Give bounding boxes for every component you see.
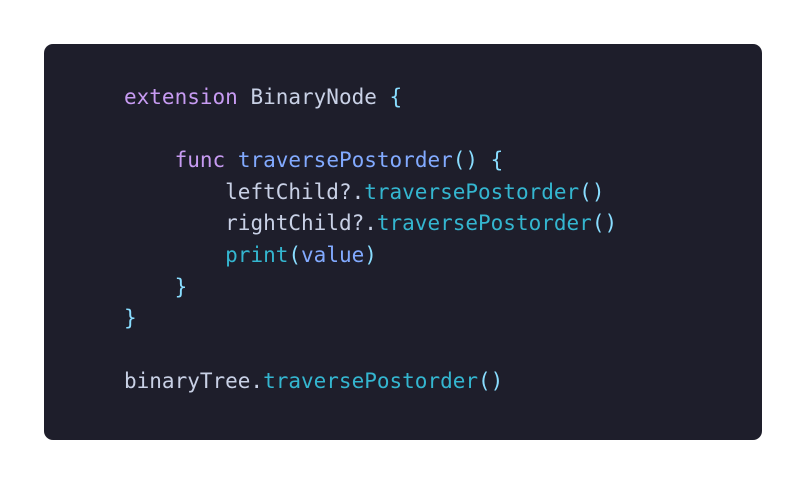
code-token: } [124,306,137,331]
code-line: extension BinaryNode { [124,81,402,113]
code-line: binaryTree.traversePostorder() [124,365,503,397]
code-token: traversePostorder [263,369,479,394]
code-token: () { [452,148,504,173]
code-line: rightChild?.traversePostorder() [124,207,617,239]
code-token: traversePostorder [237,148,453,173]
code-token: traversePostorder [376,211,592,236]
code-token: rightChild?. [225,211,377,236]
code-token: traversePostorder [364,179,580,204]
code-line: } [124,271,188,303]
code-line: func traversePostorder() { [124,144,504,176]
code-token: func [174,148,226,173]
code-token: () [478,369,504,394]
code-token: ( [288,243,302,267]
code-line: print(value) [124,239,377,271]
code-token: value [301,243,365,267]
code-token: extension [124,85,238,109]
code-token: () [579,179,605,204]
code-token: binaryTree. [124,369,264,394]
code-token: () [591,211,618,236]
code-token: { [389,85,403,109]
code-token: } [174,274,188,299]
code-token: print [225,243,289,267]
code-line: leftChild?.traversePostorder() [124,176,604,208]
code-line: } [124,302,137,334]
code-token: ) [364,243,377,267]
page: extension BinaryNode { func traversePost… [0,0,806,484]
code-token: leftChild?. [225,179,365,204]
code-token: BinaryNode [250,85,377,109]
code-block: extension BinaryNode { func traversePost… [44,44,762,440]
